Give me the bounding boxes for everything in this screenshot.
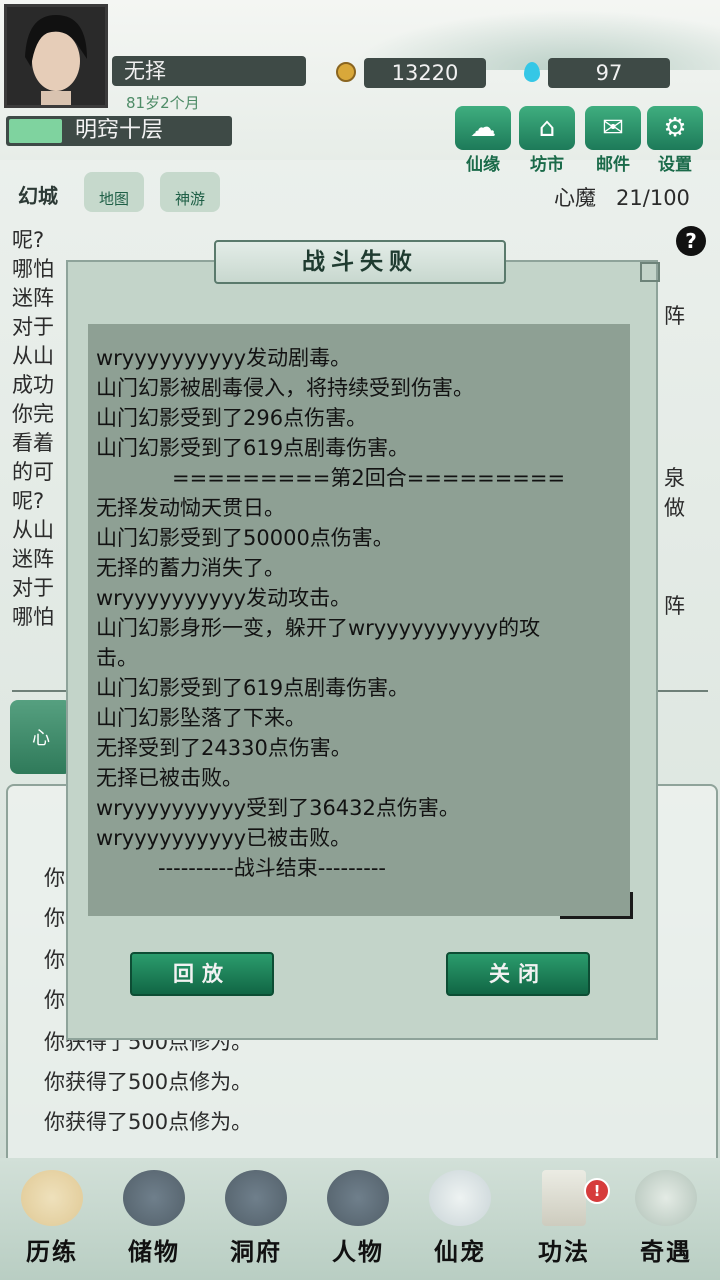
nav-storage[interactable]: 储物 [104, 1170, 204, 1267]
help-button[interactable]: ? [676, 226, 706, 256]
battle-log-line: 山门幻影受到了50000点伤害。 [96, 526, 394, 550]
player-age: 81岁2个月 [126, 94, 200, 112]
gem-count: 97 [548, 58, 670, 88]
nav-character-label: 人物 [332, 1238, 384, 1266]
nav-pet-label: 仙宠 [434, 1238, 486, 1266]
nav-training-label: 历练 [26, 1238, 78, 1266]
panel-corner [560, 892, 633, 919]
battle-log-line: wryyyyyyyyyy已被击败。 [96, 826, 352, 850]
replay-button[interactable]: 回放 [130, 952, 274, 996]
gem-icon [524, 62, 540, 82]
mail-label: 邮件 [596, 155, 630, 175]
nav-adventure[interactable]: 奇遇 [616, 1170, 716, 1267]
mail-button[interactable]: ✉ 邮件 [584, 106, 642, 175]
battle-log-line: 山门幻影身形一变，躲开了wryyyyyyyyyy的攻 [96, 616, 541, 640]
battle-log-line: =========第2回合========= [172, 466, 566, 490]
heart-demon-label: 心魔 21/100 [554, 182, 690, 212]
pet-icon [429, 1170, 491, 1226]
storage-icon [123, 1170, 185, 1226]
battle-log-line: 无择发动恸天贯日。 [96, 496, 285, 520]
gain-line: 你获得了500点修为。 [44, 1110, 253, 1134]
settings-button[interactable]: ⚙ 设置 [646, 106, 704, 175]
battle-log-line: wryyyyyyyyyy受到了36432点伤害。 [96, 796, 460, 820]
battle-end-line: ----------战斗结束--------- [158, 856, 386, 880]
heart-demon-value: 21/100 [616, 186, 690, 210]
nav-training[interactable]: 历练 [2, 1170, 102, 1267]
battle-log-line: 山门幻影受到了296点伤害。 [96, 406, 368, 430]
gain-line: 你 [44, 866, 65, 890]
battle-log-line: wryyyyyyyyyy发动攻击。 [96, 586, 352, 610]
character-icon [327, 1170, 389, 1226]
avatar[interactable] [4, 4, 108, 108]
log-right-char: 阵 [664, 594, 685, 618]
battle-log-line: 无择的蓄力消失了。 [96, 556, 285, 580]
cave-icon [225, 1170, 287, 1226]
travel-label: 神游 [174, 190, 205, 208]
gear-icon: ⚙ [647, 106, 703, 150]
coin-count: 13220 [364, 58, 486, 88]
log-right-char: 阵 [664, 304, 685, 328]
market-icon: ⌂ [519, 106, 575, 150]
mail-icon: ✉ [585, 106, 641, 150]
settings-label: 设置 [658, 155, 692, 175]
realm-label: 明窍十层 [74, 118, 163, 143]
coin-icon [336, 62, 356, 82]
battle-log-line: 无择受到了24330点伤害。 [96, 736, 352, 760]
battle-log-line: 山门幻影坠落了下来。 [96, 706, 306, 730]
skill-icon [542, 1170, 586, 1226]
skill-alert-badge: ! [584, 1178, 610, 1204]
nav-skill-label: 功法 [538, 1238, 590, 1266]
xianyuan-label: 仙缘 [466, 155, 500, 175]
nav-cave[interactable]: 洞府 [206, 1170, 306, 1267]
battle-log-line: 无择已被击败。 [96, 766, 243, 790]
training-icon [21, 1170, 83, 1226]
market-button[interactable]: ⌂ 坊市 [518, 106, 576, 175]
adventure-icon [635, 1170, 697, 1226]
map-label: 地图 [98, 190, 129, 208]
map-button[interactable]: 地图 [84, 172, 144, 212]
dialog-title: 战斗失败 [214, 240, 506, 284]
close-button[interactable]: 关闭 [446, 952, 590, 996]
heart-demon-text: 心魔 [554, 186, 596, 210]
battle-log-line: 山门幻影受到了619点剧毒伤害。 [96, 676, 410, 700]
nav-cave-label: 洞府 [230, 1238, 282, 1266]
realm-bar: 明窍十层 [6, 116, 232, 146]
battle-log-panel[interactable]: wryyyyyyyyyy发动剧毒。 山门幻影被剧毒侵入，将持续受到伤害。 山门幻… [88, 324, 630, 916]
nav-pet[interactable]: 仙宠 [410, 1170, 510, 1267]
gain-line: 你 [44, 988, 65, 1012]
battle-log-line: wryyyyyyyyyy发动剧毒。 [96, 346, 352, 370]
nav-character[interactable]: 人物 [308, 1170, 408, 1267]
nav-adventure-label: 奇遇 [640, 1238, 692, 1266]
log-right-char: 做 [664, 496, 685, 520]
corner-ornament-icon [640, 262, 660, 282]
cloud-icon: ☁ [455, 106, 511, 150]
log-right-char: 泉 [664, 466, 685, 490]
battle-log-line: 山门幻影被剧毒侵入，将持续受到伤害。 [96, 376, 474, 400]
nav-storage-label: 储物 [128, 1238, 180, 1266]
location-label: 幻城 [18, 184, 58, 208]
travel-button[interactable]: 神游 [160, 172, 220, 212]
player-name: 无择 [112, 56, 306, 86]
battle-log-line: 击。 [96, 646, 138, 670]
gain-line: 你获得了500点修为。 [44, 1070, 253, 1094]
xianyuan-button[interactable]: ☁ 仙缘 [454, 106, 512, 175]
gain-line: 你 [44, 906, 65, 930]
gain-line: 你 [44, 948, 65, 972]
xin-button[interactable]: 心 [10, 700, 72, 774]
market-label: 坊市 [530, 155, 564, 175]
battle-log-line: 山门幻影受到了619点剧毒伤害。 [96, 436, 410, 460]
